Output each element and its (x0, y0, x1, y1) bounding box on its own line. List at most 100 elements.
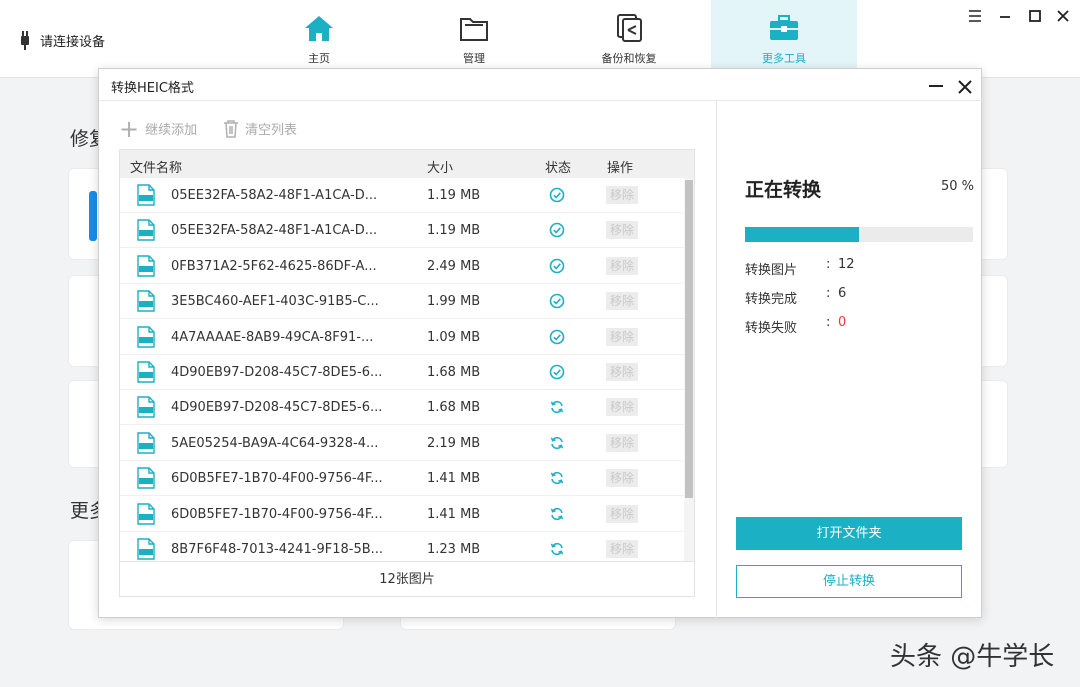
file-size: 2.49 MB (427, 258, 481, 274)
file-name: 8B7F6F48-7013-4241-9F18-5B... (171, 542, 384, 557)
dialog-title: 转换HEIC格式 (111, 81, 194, 96)
converting-refresh-icon (550, 507, 564, 520)
file-size: 1.99 MB (427, 294, 481, 310)
file-name: 3E5BC460-AEF1-403C-91B5-C... (171, 294, 379, 310)
stat-total-value: 12 (838, 257, 855, 272)
file-size: 1.23 MB (427, 542, 481, 557)
progress-bar-fill (745, 227, 859, 242)
file-list-header: 文件名称 大小 状态 操作 (120, 150, 694, 178)
watermark: 头条 @牛学长 (890, 642, 1055, 672)
plus-icon: + (119, 114, 140, 143)
check-circle-icon (549, 293, 565, 309)
table-row: 4A7AAAAE-8AB9-49CA-8F91-... 1.09 MB 移除 (120, 320, 684, 355)
stat-total-label: 转换图片 (745, 263, 798, 278)
remove-button[interactable]: 移除 (606, 186, 638, 204)
file-size: 2.19 MB (427, 435, 481, 451)
progress-bar (745, 227, 973, 242)
add-more-label: 继续添加 (145, 123, 198, 138)
file-size: 1.19 MB (427, 188, 481, 203)
file-name: 4D90EB97-D208-45C7-8DE5-6... (171, 365, 383, 380)
file-count: 12张图片 (120, 561, 694, 596)
maximize-icon[interactable] (1026, 8, 1044, 26)
converting-refresh-icon (550, 472, 564, 485)
remove-button[interactable]: 移除 (606, 504, 638, 523)
remove-button[interactable]: 移除 (606, 540, 638, 558)
table-row: 05EE32FA-58A2-48F1-A1CA-D... 1.19 MB 移除 (120, 213, 684, 249)
file-name: 6D0B5FE7-1B70-4F00-9756-4F... (171, 506, 383, 522)
dialog-minimize-icon[interactable] (929, 85, 943, 87)
background-card-accent (89, 191, 97, 241)
file-list: 文件名称 大小 状态 操作 05EE32FA-58A2-48F1-A1CA-D.… (119, 149, 695, 597)
check-circle-icon (549, 223, 565, 238)
remove-button[interactable]: 移除 (606, 221, 638, 240)
heic-converter-dialog: 转换HEIC格式 + 继续添加 清空列表 文件名称 大小 状态 操作 05EE3… (98, 68, 983, 618)
table-row: 8B7F6F48-7013-4241-9F18-5B... 1.23 MB 移除 (120, 532, 684, 561)
file-name: 0FB371A2-5F62-4625-86DF-A... (171, 258, 377, 274)
clear-list-button[interactable]: 清空列表 (223, 119, 297, 138)
column-header-action: 操作 (607, 161, 634, 176)
trash-icon (224, 119, 238, 138)
remove-button[interactable]: 移除 (606, 398, 638, 417)
column-header-status: 状态 (545, 161, 572, 176)
file-size: 1.09 MB (427, 329, 481, 345)
stat-total-colon: : (826, 257, 831, 272)
usb-plug-icon (20, 30, 30, 50)
dialog-close-icon[interactable] (957, 72, 973, 100)
heic-file-icon (137, 184, 155, 206)
file-name: 05EE32FA-58A2-48F1-A1CA-D... (171, 223, 378, 239)
clear-list-label: 清空列表 (245, 123, 298, 138)
converting-refresh-icon (550, 542, 564, 556)
stop-conversion-button[interactable]: 停止转换 (736, 565, 962, 598)
add-more-button[interactable]: + 继续添加 (119, 114, 198, 143)
file-size: 1.68 MB (427, 400, 481, 416)
open-folder-button[interactable]: 打开文件夹 (736, 517, 962, 550)
file-size: 1.41 MB (427, 506, 481, 522)
heic-file-icon (137, 361, 155, 383)
file-name: 05EE32FA-58A2-48F1-A1CA-D... (171, 188, 378, 203)
column-header-size: 大小 (427, 161, 454, 176)
check-circle-icon (549, 258, 565, 274)
remove-button[interactable]: 移除 (606, 433, 638, 452)
backup-restore-icon (617, 14, 642, 42)
menu-icon[interactable] (966, 8, 984, 26)
heic-file-icon (137, 255, 155, 277)
heic-file-icon (137, 432, 155, 454)
check-circle-icon (549, 187, 565, 203)
file-rows: 05EE32FA-58A2-48F1-A1CA-D... 1.19 MB 移除 05E… (120, 178, 684, 561)
home-icon (305, 16, 333, 41)
remove-button[interactable]: 移除 (606, 363, 638, 381)
heic-file-icon (137, 502, 155, 525)
converting-refresh-icon (550, 436, 564, 449)
nav-more-tools[interactable]: 更多工具 (711, 0, 857, 70)
check-circle-icon (549, 329, 565, 344)
nav-manage-label: 管理 (463, 52, 485, 65)
device-status-text: 请连接设备 (40, 34, 106, 50)
nav-backup-restore[interactable]: 备份和恢复 (556, 0, 702, 70)
nav-manage[interactable]: 管理 (401, 0, 547, 70)
close-icon[interactable] (1054, 8, 1072, 26)
scrollbar-thumb[interactable] (685, 180, 693, 498)
remove-button[interactable]: 移除 (606, 327, 638, 346)
check-circle-icon (549, 364, 565, 380)
file-name: 6D0B5FE7-1B70-4F00-9756-4F... (171, 471, 383, 487)
progress-percent: 50 % (941, 179, 975, 194)
table-row: 4D90EB97-D208-45C7-8DE5-6... 1.68 MB 移除 (120, 390, 684, 426)
table-row: 05EE32FA-58A2-48F1-A1CA-D... 1.19 MB 移除 (120, 178, 684, 213)
remove-button[interactable]: 移除 (606, 469, 638, 488)
stat-failed-label: 转换失败 (745, 321, 798, 336)
file-name: 4D90EB97-D208-45C7-8DE5-6... (171, 400, 383, 416)
table-row: 0FB371A2-5F62-4625-86DF-A... 2.49 MB 移除 (120, 249, 684, 284)
nav-home[interactable]: 主页 (246, 0, 392, 70)
file-name: 4A7AAAAE-8AB9-49CA-8F91-... (171, 329, 374, 345)
minimize-icon[interactable] (996, 8, 1014, 26)
file-size: 1.68 MB (427, 365, 481, 380)
remove-button[interactable]: 移除 (606, 256, 638, 275)
heic-file-icon (137, 325, 155, 348)
nav-home-label: 主页 (308, 52, 330, 65)
folder-icon (460, 18, 488, 41)
converting-refresh-icon (550, 401, 564, 414)
stat-done-label: 转换完成 (745, 292, 798, 307)
heic-file-icon (137, 538, 155, 560)
remove-button[interactable]: 移除 (606, 292, 638, 311)
column-header-name: 文件名称 (130, 161, 183, 176)
